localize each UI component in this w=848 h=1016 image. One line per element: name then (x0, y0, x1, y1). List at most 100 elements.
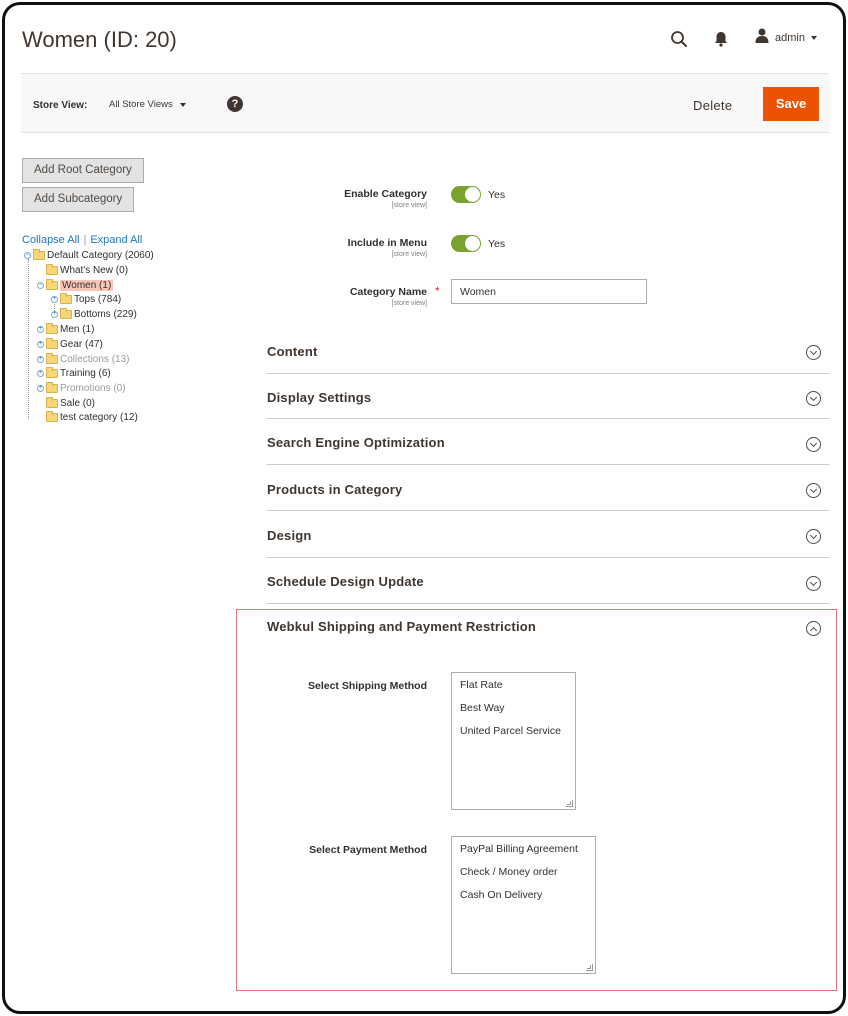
include-in-menu-scope: [store view] (391, 251, 427, 258)
page-actions-toolbar: Store View: All Store Views ? Delete Sav… (21, 73, 829, 133)
tree-node-label: Bottoms (229) (74, 308, 137, 320)
section-title: Display Settings (267, 390, 372, 405)
tree-node[interactable]: + Gear (47) (37, 337, 103, 350)
tree-node-label: Training (6) (60, 367, 111, 379)
admin-username: admin (775, 32, 805, 44)
save-button[interactable]: Save (763, 87, 819, 121)
folder-icon (33, 248, 45, 260)
shipping-method-multiselect[interactable]: Flat Rate Best Way United Parcel Service (451, 672, 576, 810)
tree-node[interactable]: − Default Category (2060) (24, 248, 154, 261)
section-title: Search Engine Optimization (267, 435, 445, 450)
tree-node[interactable]: + Training (6) (37, 366, 111, 379)
delete-button[interactable]: Delete (693, 98, 732, 113)
chevron-down-icon (810, 36, 817, 40)
folder-icon (46, 352, 58, 364)
enable-category-toggle[interactable] (451, 186, 481, 203)
required-indicator: * (435, 284, 440, 298)
expand-icon[interactable]: + (37, 355, 44, 363)
enable-category-scope: [store view] (391, 202, 427, 209)
tree-node-label: Men (1) (60, 323, 95, 335)
resize-handle-icon[interactable] (566, 800, 573, 807)
payment-option[interactable]: Cash On Delivery (452, 883, 595, 906)
tree-node[interactable]: + Bottoms (229) (51, 307, 137, 320)
shipping-method-label: Select Shipping Method (307, 680, 427, 692)
include-in-menu-toggle[interactable] (451, 235, 481, 252)
section-title: Products in Category (267, 482, 403, 497)
shipping-option[interactable]: Flat Rate (452, 673, 575, 696)
section-seo[interactable]: Search Engine Optimization (267, 419, 829, 465)
chevron-up-icon (806, 621, 821, 636)
section-title: Schedule Design Update (267, 574, 424, 589)
tree-node-label: Collections (13) (60, 353, 130, 365)
expand-icon[interactable]: + (51, 295, 58, 303)
link-separator: | (83, 234, 87, 246)
tree-node-selected[interactable]: − Women (1) (37, 278, 114, 291)
folder-icon (46, 396, 58, 408)
tree-node[interactable]: + Collections (13) (37, 352, 130, 365)
page-title: Women (ID: 20) (22, 27, 177, 52)
category-name-label: Category Name (349, 286, 427, 298)
folder-icon (46, 337, 58, 349)
enable-category-label: Enable Category (344, 188, 427, 200)
add-root-category-button[interactable]: Add Root Category (22, 158, 144, 183)
help-icon[interactable]: ? (227, 96, 243, 112)
search-icon[interactable] (669, 29, 689, 49)
section-display-settings[interactable]: Display Settings (267, 374, 829, 419)
user-icon (755, 28, 769, 48)
payment-method-multiselect[interactable]: PayPal Billing Agreement Check / Money o… (451, 836, 596, 974)
section-schedule-design-update[interactable]: Schedule Design Update (267, 558, 829, 604)
admin-menu[interactable]: admin (755, 28, 817, 48)
folder-icon (46, 366, 58, 378)
payment-method-label: Select Payment Method (309, 844, 427, 856)
section-webkul-restriction[interactable]: Webkul Shipping and Payment Restriction (267, 609, 829, 649)
payment-option[interactable]: PayPal Billing Agreement (452, 837, 595, 860)
collapse-icon[interactable]: − (37, 281, 44, 289)
tree-node[interactable]: + Tops (784) (51, 292, 122, 305)
tree-node-label: test category (12) (60, 411, 138, 423)
tree-node[interactable]: Sale (0) (46, 396, 96, 409)
folder-icon (46, 322, 58, 334)
store-view-value: All Store Views (109, 99, 173, 110)
store-view-switcher[interactable]: All Store Views (109, 99, 186, 110)
expand-all-link[interactable]: Expand All (90, 234, 142, 246)
folder-icon (46, 278, 58, 290)
collapse-all-link[interactable]: Collapse All (22, 234, 79, 246)
add-subcategory-button[interactable]: Add Subcategory (22, 187, 135, 212)
tree-node[interactable]: + Men (1) (37, 322, 95, 335)
expand-icon[interactable]: + (37, 325, 44, 333)
expand-icon[interactable]: + (37, 384, 44, 392)
section-title: Webkul Shipping and Payment Restriction (267, 619, 537, 634)
folder-icon (60, 307, 72, 319)
section-content[interactable]: Content (267, 327, 829, 374)
category-name-input[interactable] (451, 279, 647, 304)
chevron-down-icon (806, 437, 821, 452)
chevron-down-icon (806, 345, 821, 360)
tree-node-label: What's New (0) (60, 264, 129, 276)
resize-handle-icon[interactable] (586, 964, 593, 971)
tree-node[interactable]: + Promotions (0) (37, 381, 126, 394)
expand-icon[interactable]: + (51, 310, 58, 318)
tree-node-label: Promotions (0) (60, 382, 126, 394)
chevron-down-icon (806, 391, 821, 406)
payment-option[interactable]: Check / Money order (452, 860, 595, 883)
section-title: Content (267, 344, 318, 359)
tree-node[interactable]: What's New (0) (46, 263, 129, 276)
collapse-icon[interactable]: − (24, 251, 31, 259)
section-design[interactable]: Design (267, 511, 829, 558)
tree-node-label: Tops (784) (74, 293, 122, 305)
include-in-menu-value: Yes (488, 238, 506, 250)
include-in-menu-label: Include in Menu (347, 237, 427, 249)
bell-icon[interactable] (711, 29, 731, 49)
shipping-option[interactable]: Best Way (452, 696, 575, 719)
folder-icon (46, 263, 58, 275)
tree-node-label: Women (1) (60, 279, 114, 291)
store-view-label: Store View: (33, 100, 88, 111)
expand-icon[interactable]: + (37, 340, 44, 348)
folder-icon (46, 381, 58, 393)
section-products-in-category[interactable]: Products in Category (267, 465, 829, 511)
tree-node-label: Sale (0) (60, 397, 96, 409)
expand-icon[interactable]: + (37, 369, 44, 377)
enable-category-value: Yes (488, 189, 506, 201)
tree-node[interactable]: test category (12) (46, 410, 138, 423)
shipping-option[interactable]: United Parcel Service (452, 719, 575, 742)
